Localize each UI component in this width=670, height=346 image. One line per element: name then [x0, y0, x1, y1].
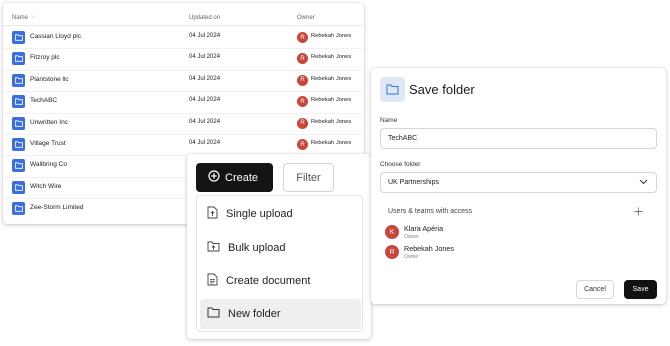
file-name: Zee-Storm Limited: [30, 204, 84, 212]
file-name: Village Trust: [30, 140, 66, 147]
menu-item-single-upload[interactable]: Single upload: [200, 199, 361, 229]
avatar: R: [297, 117, 308, 129]
folder-upload-icon: [207, 241, 220, 255]
folder-icon: [12, 138, 25, 151]
avatar: R: [385, 245, 399, 259]
folder-icon: [12, 31, 25, 44]
folder-icon: [207, 307, 220, 321]
user-role: Owner: [404, 254, 419, 260]
user-role: Owner: [404, 234, 419, 240]
file-name: Plantstone llc: [30, 75, 69, 83]
folder-icon: [12, 159, 25, 173]
avatar: R: [297, 53, 308, 65]
save-folder-dialog: Save folder Name TechABC Choose folder U…: [371, 68, 666, 304]
folder-icon: [12, 180, 25, 194]
menu-item-bulk-upload[interactable]: Bulk upload: [200, 233, 361, 263]
owner-name: Rebekah Jones: [311, 118, 352, 125]
avatar: R: [297, 139, 308, 150]
name-field-value: TechABC: [388, 135, 418, 142]
folder-icon: [12, 95, 25, 109]
table-row[interactable]: Fitzroy plc 04 Jul 2024 R Rebekah Jones: [3, 49, 364, 71]
file-name: Wallbring Co: [30, 161, 67, 169]
avatar: R: [297, 32, 308, 43]
plus-circle-icon: [208, 170, 220, 185]
avatar: R: [297, 74, 308, 86]
create-menu-panel: Create Filter Single upload Bulk upload …: [187, 154, 371, 339]
table-row[interactable]: Unwritten Inc 04 Jul 2024 R Rebekah Jones: [3, 114, 364, 135]
access-section-title: Users & teams with access: [388, 208, 473, 215]
owner-name: Rebekah Jones: [311, 140, 352, 146]
avatar: K: [385, 225, 399, 239]
table-row[interactable]: TechABC 04 Jul 2024 R Rebekah Jones: [3, 92, 364, 114]
owner-name: Rebekah Jones: [311, 75, 352, 82]
folder-icon: [12, 116, 25, 130]
column-name-label: Name: [12, 15, 29, 21]
file-name: Witch Wire: [30, 182, 62, 190]
file-upload-icon: [207, 206, 218, 222]
access-user: K Klara Apéria Owner: [385, 224, 585, 240]
updated-date: 04 Jul 2024: [189, 118, 221, 125]
menu-item-label: Create document: [226, 275, 311, 287]
folder-icon: [380, 77, 405, 102]
file-name: Fitzroy plc: [30, 54, 60, 62]
updated-date: 04 Jul 2024: [189, 140, 221, 146]
name-field[interactable]: TechABC: [380, 128, 657, 149]
column-header-owner[interactable]: Owner: [297, 15, 315, 21]
header-divider: [3, 25, 364, 26]
document-icon: [207, 273, 218, 289]
filter-button[interactable]: Filter: [283, 163, 334, 192]
owner-name: Rebekah Jones: [311, 97, 352, 104]
file-name: Cassian Lloyd plc: [30, 33, 81, 40]
create-button-label: Create: [225, 171, 259, 184]
file-name: Unwritten Inc: [30, 118, 68, 126]
save-button[interactable]: Save: [624, 280, 657, 299]
owner-name: Rebekah Jones: [311, 33, 352, 39]
folder-icon: [12, 202, 25, 216]
choose-folder-select[interactable]: UK Partnerships: [380, 172, 657, 193]
user-name: Rebekah Jones: [404, 244, 454, 253]
owner-name: Rebekah Jones: [311, 54, 352, 61]
sort-ascending-icon: ↑: [31, 15, 35, 21]
access-user: R Rebekah Jones Owner: [385, 244, 585, 260]
table-row[interactable]: Plantstone llc 04 Jul 2024 R Rebekah Jones: [3, 71, 364, 93]
column-header-name[interactable]: Name ↑: [12, 15, 35, 21]
folder-icon: [12, 52, 25, 66]
menu-item-label: Single upload: [226, 208, 293, 220]
updated-date: 04 Jul 2024: [189, 54, 221, 61]
menu-item-create-document[interactable]: Create document: [200, 266, 361, 296]
menu-item-label: Bulk upload: [228, 242, 286, 254]
folder-icon: [12, 73, 25, 87]
dialog-title: Save folder: [409, 82, 475, 97]
avatar: R: [297, 96, 308, 108]
name-field-label: Name: [380, 117, 398, 124]
menu-item-new-folder[interactable]: New folder: [200, 299, 361, 329]
create-dropdown: Single upload Bulk upload Create documen…: [196, 195, 363, 332]
updated-date: 04 Jul 2024: [189, 33, 221, 39]
choose-folder-label: Choose folder: [380, 161, 421, 168]
table-row[interactable]: Cassian Lloyd plc 04 Jul 2024 R Rebekah Jon…: [3, 28, 364, 50]
file-name: TechABC: [30, 97, 58, 105]
create-button[interactable]: Create: [196, 163, 273, 192]
menu-item-label: New folder: [228, 308, 281, 320]
chevron-down-icon: [639, 179, 648, 187]
user-name: Klara Apéria: [404, 224, 444, 233]
cancel-button[interactable]: Cancel: [576, 280, 614, 299]
plus-icon[interactable]: [634, 205, 643, 219]
column-header-updated[interactable]: Updated on: [189, 15, 220, 21]
choose-folder-value: UK Partnerships: [388, 179, 439, 186]
updated-date: 04 Jul 2024: [189, 75, 221, 82]
updated-date: 04 Jul 2024: [189, 97, 221, 104]
